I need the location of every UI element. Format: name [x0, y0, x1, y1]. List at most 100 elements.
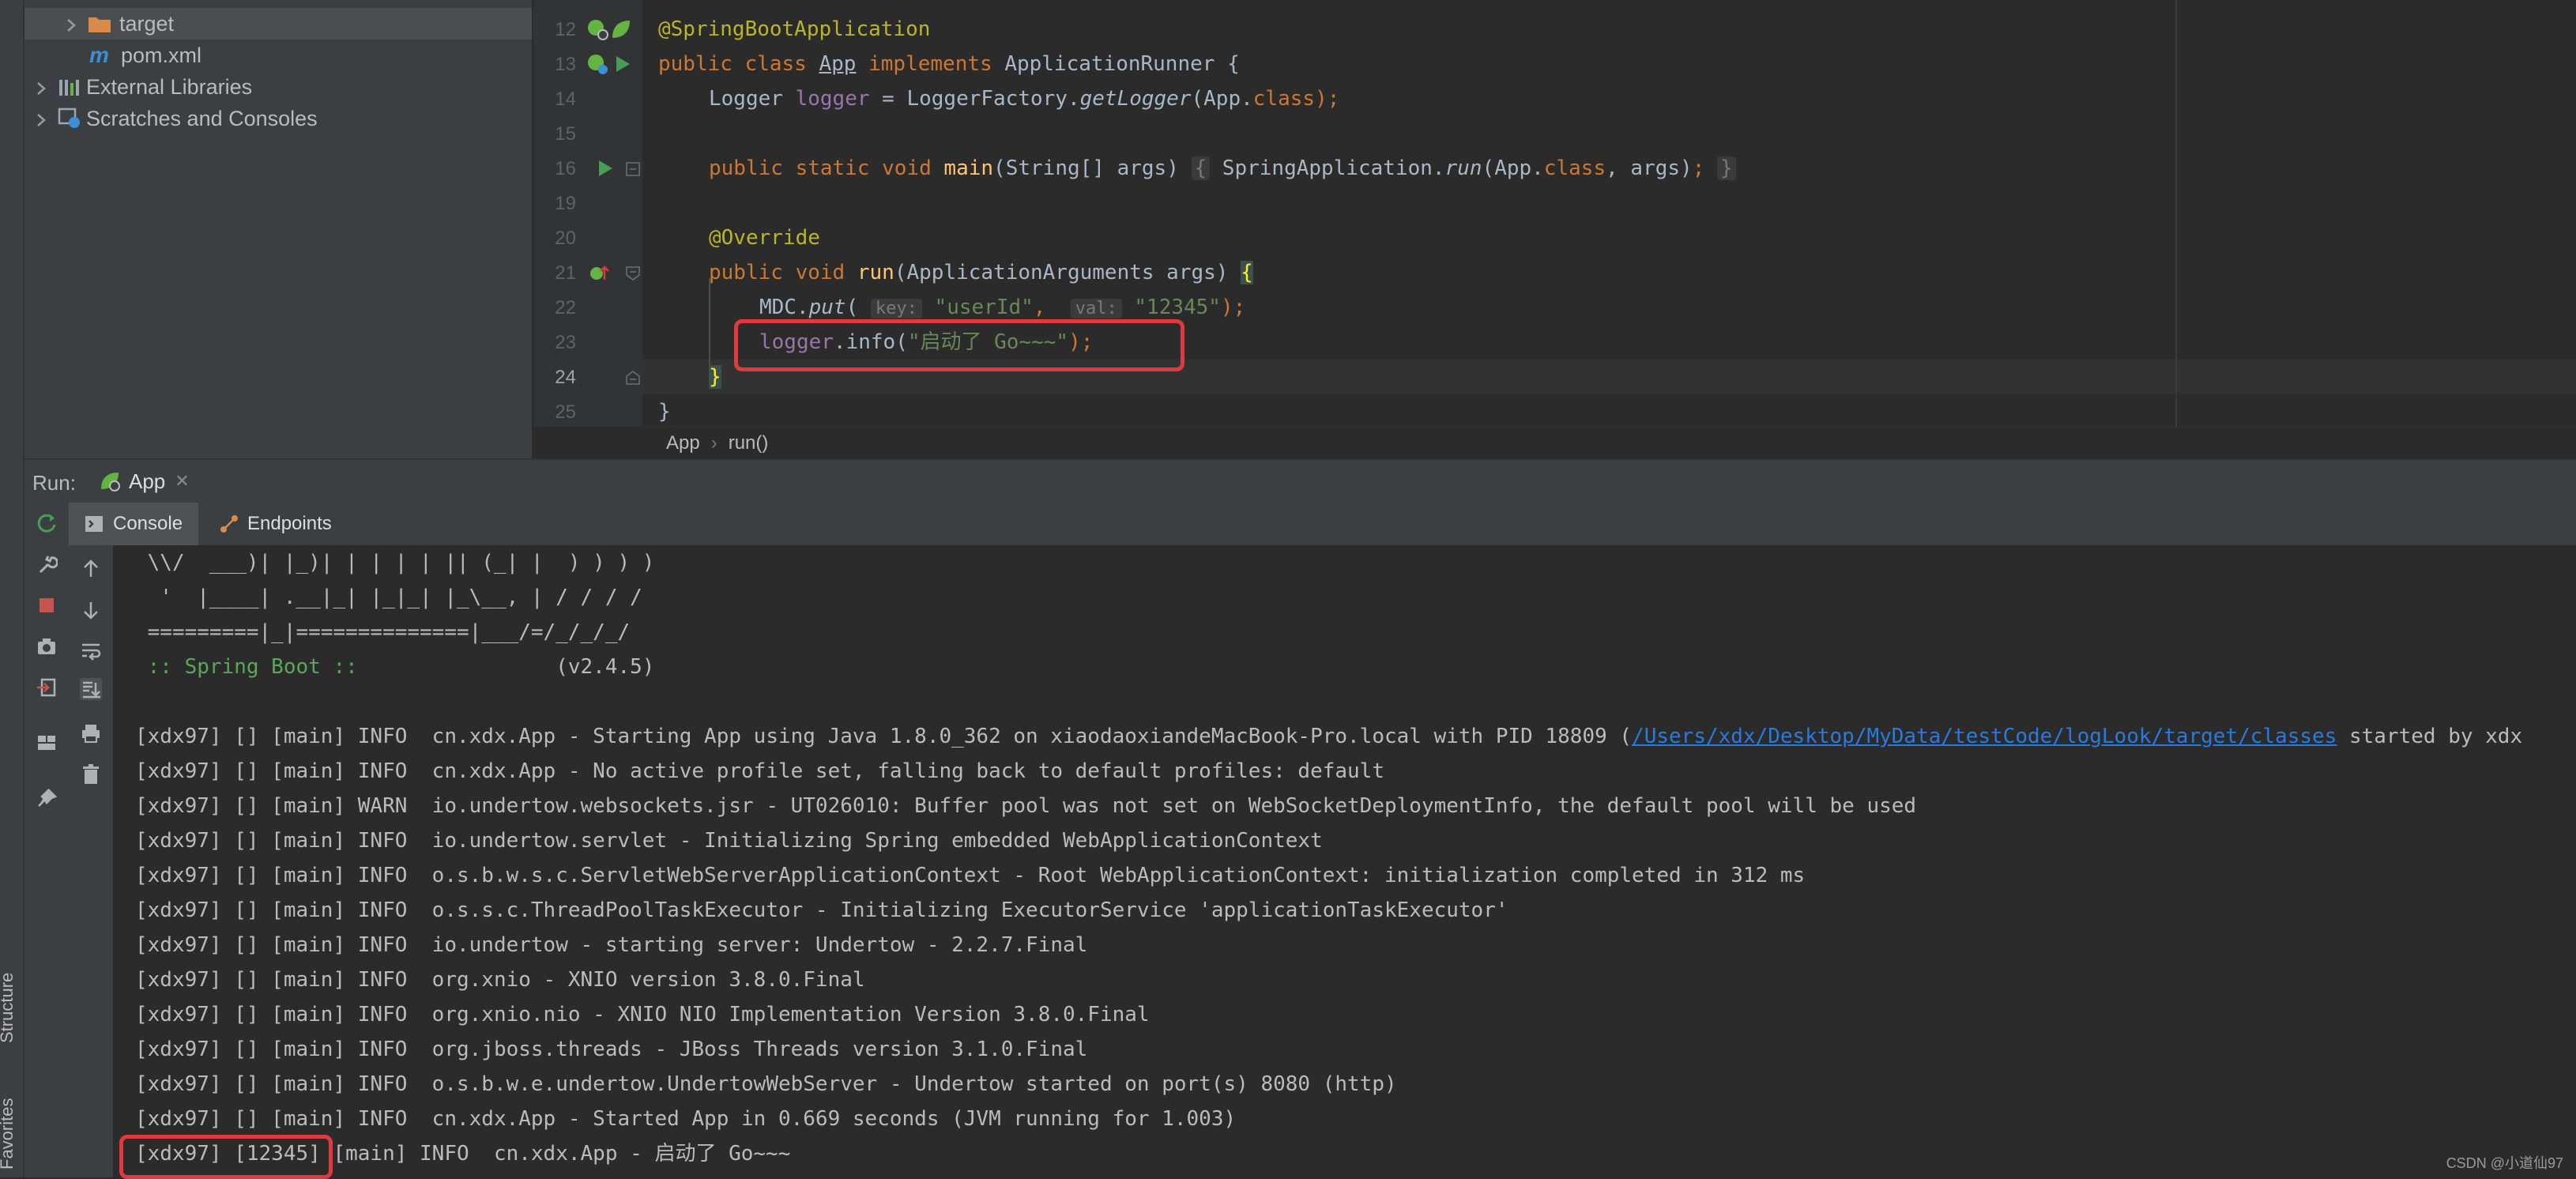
method-declaration: run: [857, 261, 894, 284]
run-label: Run:: [32, 471, 76, 495]
implements-method-icon[interactable]: [587, 262, 611, 290]
breadcrumb-separator-icon: ›: [710, 432, 717, 454]
folded-region-end[interactable]: }: [1717, 156, 1736, 180]
log-text: started by xdx: [2337, 725, 2523, 748]
tree-item-label: Scratches and Consoles: [86, 106, 318, 130]
field-name: logger: [795, 87, 870, 111]
console-output[interactable]: \\/ ___)| |_)| | | | | || (_| | ) ) ) ) …: [113, 545, 2576, 1179]
favorites-tab[interactable]: Favorites: [0, 1098, 23, 1177]
code-text: Logger: [709, 87, 796, 111]
tree-item-label: External Libraries: [86, 74, 253, 99]
folded-region-start[interactable]: {: [1191, 156, 1211, 180]
left-tool-stripe: Structure Favorites: [0, 0, 24, 1177]
tab-endpoints[interactable]: Endpoints: [219, 503, 332, 545]
matched-brace: }: [709, 365, 721, 389]
spring-boot-icon: [99, 470, 121, 492]
spring-beans-icon[interactable]: [609, 17, 633, 45]
banner-line: \\/ ___)| |_)| | | | | || (_| | ) ) ) ): [135, 551, 655, 574]
breadcrumb-method[interactable]: run(): [729, 432, 769, 454]
code-line-24: }: [709, 360, 721, 394]
annotation: @SpringBootApplication: [658, 17, 931, 41]
code-text: (App.: [1191, 87, 1253, 111]
spring-boot-version: (v2.4.5): [370, 655, 655, 679]
code-text: (: [845, 296, 859, 319]
line-number: 21: [555, 262, 576, 284]
scroll-up-icon[interactable]: [80, 558, 102, 580]
console-icon: [85, 514, 104, 533]
scroll-down-icon[interactable]: [80, 599, 102, 621]
rerun-icon[interactable]: [36, 512, 58, 534]
log-line: [xdx97] [] [main] INFO o.s.b.w.s.c.Servl…: [135, 864, 1806, 887]
run-gutter-icon[interactable]: [612, 54, 633, 78]
method-declaration: main: [943, 156, 994, 180]
close-icon[interactable]: ✕: [175, 471, 189, 492]
chevron-right-icon[interactable]: [32, 110, 50, 127]
run-toolbar: [24, 503, 70, 1177]
line-number: 22: [555, 297, 576, 318]
line-number: 23: [555, 332, 576, 353]
log-line: [xdx97] [] [main] INFO cn.xdx.App - No a…: [135, 759, 1384, 783]
keyword: implements: [856, 52, 1005, 76]
breadcrumb-class[interactable]: App: [666, 432, 700, 454]
tree-item-scratches[interactable]: Scratches and Consoles: [24, 103, 532, 134]
tree-item-external-libraries[interactable]: External Libraries: [24, 71, 532, 103]
parameter-hint: val:: [1070, 299, 1122, 318]
code-text: (ApplicationArguments args): [894, 261, 1241, 284]
code-text: SpringApplication.: [1210, 156, 1445, 180]
spring-boot-version-line: :: Spring Boot :: (v2.4.5): [135, 650, 655, 684]
chevron-right-icon[interactable]: [62, 15, 80, 32]
method-call: put: [808, 296, 846, 319]
run-gutter-icon[interactable]: [595, 158, 616, 183]
code-line-16: public static void main(String[] args) {…: [709, 151, 1736, 186]
fold-end-icon[interactable]: [625, 370, 641, 390]
code-line-12: @SpringBootApplication: [658, 12, 930, 47]
console-toolbar: [69, 545, 114, 1177]
code-line-25: }: [658, 394, 671, 429]
camera-icon[interactable]: [36, 635, 58, 657]
exit-icon[interactable]: [36, 676, 58, 699]
editor-gutter: 12 13 14 15 16 19 20 21 22 23 24 25: [532, 0, 644, 427]
layout-icon[interactable]: [36, 732, 58, 754]
wrench-icon[interactable]: [36, 553, 59, 575]
chevron-right-icon[interactable]: [32, 78, 50, 96]
annotation: @Override: [709, 226, 820, 250]
stop-icon[interactable]: [36, 594, 58, 616]
log-line: [xdx97] [] [main] INFO org.xnio - XNIO v…: [135, 968, 865, 992]
line-number: 16: [555, 158, 576, 179]
spring-bean-icon[interactable]: [586, 17, 609, 45]
keyword: public class: [658, 52, 819, 76]
tab-console[interactable]: Console: [69, 503, 199, 545]
code-line-13: public class App implements ApplicationR…: [658, 47, 1240, 81]
highlight-box-logger-line: [734, 319, 1184, 371]
code-text: (App.: [1482, 156, 1544, 180]
watermark: CSDN @小道仙97: [2446, 1155, 2563, 1171]
parameter-hint: key:: [870, 299, 922, 318]
run-tab-app[interactable]: App ✕: [88, 460, 201, 507]
scroll-to-end-icon[interactable]: [80, 678, 102, 700]
maven-icon: m: [89, 43, 109, 67]
trash-icon[interactable]: [80, 763, 102, 785]
tree-item-target[interactable]: target: [24, 8, 532, 40]
soft-wrap-icon[interactable]: [80, 640, 102, 662]
code-text: );: [1220, 296, 1246, 319]
print-icon[interactable]: [80, 722, 102, 744]
code-editor[interactable]: @SpringBootApplication public class App …: [642, 0, 2576, 427]
tab-label: Console: [113, 513, 183, 534]
log-line: [xdx97] [] [main] INFO io.undertow - sta…: [135, 933, 1088, 957]
classes-path-link[interactable]: /Users/xdx/Desktop/MyData/testCode/logLo…: [1632, 725, 2337, 748]
code-text: ApplicationRunner {: [1004, 52, 1240, 76]
string-literal: "12345": [1134, 296, 1221, 319]
tree-item-pom[interactable]: m pom.xml: [24, 40, 532, 71]
breadcrumb: App › run(): [642, 427, 2576, 459]
code-text: }: [658, 400, 671, 424]
pin-icon[interactable]: [36, 787, 58, 809]
fold-icon[interactable]: [625, 266, 641, 285]
fold-icon[interactable]: [625, 161, 641, 181]
code-line-21: public void run(ApplicationArguments arg…: [709, 255, 1253, 290]
log-line: [xdx97] [] [main] INFO cn.xdx.App - Star…: [135, 1107, 1237, 1131]
spring-app-icon[interactable]: [586, 52, 609, 80]
project-tree: target m pom.xml External Libraries Scra…: [24, 0, 532, 458]
log-line: [xdx97] [] [main] INFO org.xnio.nio - XN…: [135, 1003, 1150, 1026]
line-number: 20: [555, 228, 576, 249]
log-line: [xdx97] [] [main] INFO o.s.b.w.e.underto…: [135, 1072, 1397, 1096]
